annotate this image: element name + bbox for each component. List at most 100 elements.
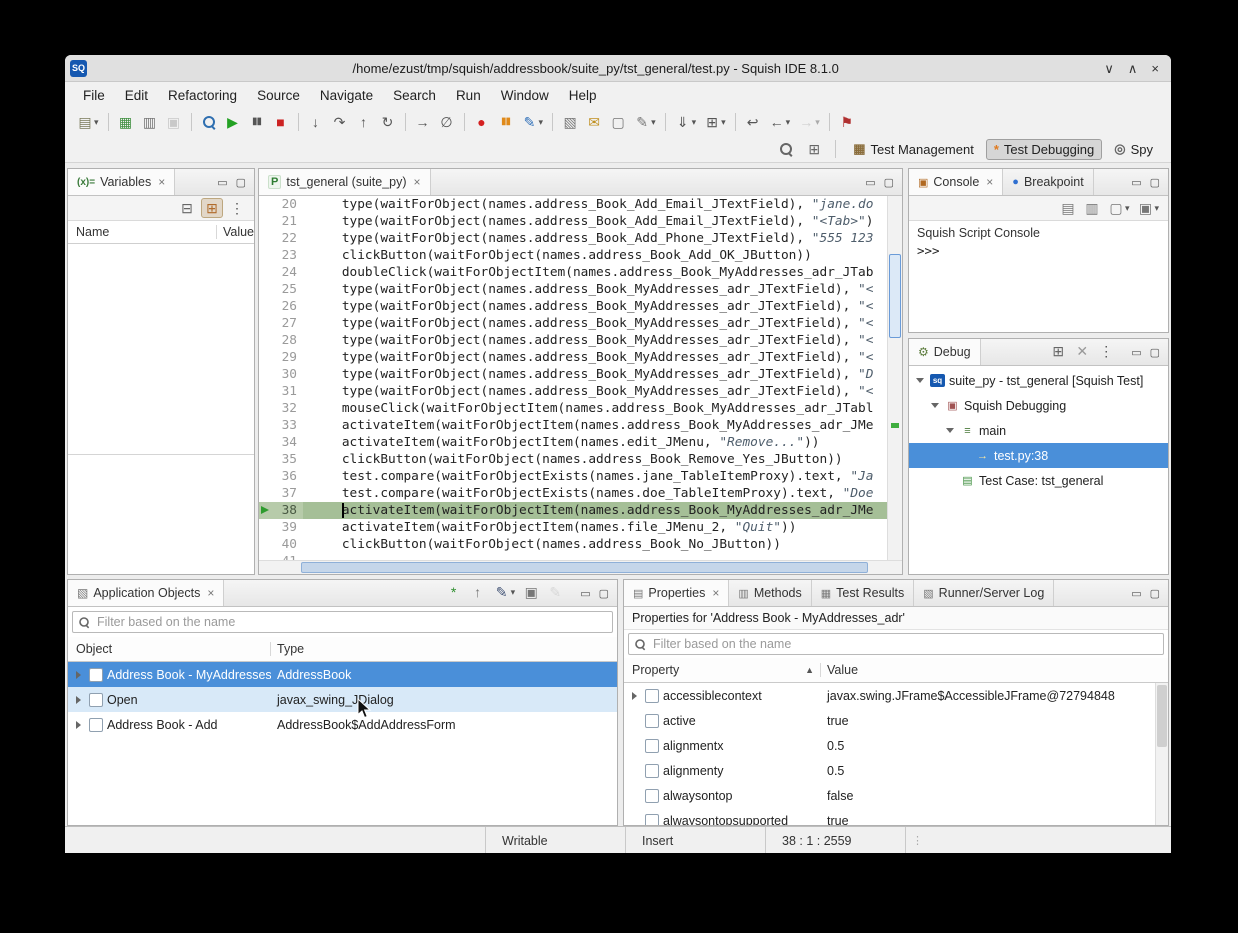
property-row-active[interactable]: activetrue bbox=[624, 708, 1168, 733]
code-line-31[interactable]: 31 type(waitForObject(names.address_Book… bbox=[259, 383, 888, 400]
open-type-button[interactable]: ⊞▾ bbox=[701, 112, 729, 132]
debug-node-suite-py-tst-general-squish-test[interactable]: sqsuite_py - tst_general [Squish Test] bbox=[909, 368, 1168, 393]
minimize-icon[interactable]: ▭ bbox=[1131, 346, 1141, 359]
view-menu-button[interactable]: ⋮ bbox=[1096, 342, 1116, 360]
remove-terminated-button[interactable]: ✕ bbox=[1072, 342, 1092, 360]
code-line-34[interactable]: 34 activateItem(waitForObjectItem(names.… bbox=[259, 434, 888, 451]
column-name[interactable]: Name bbox=[68, 225, 217, 239]
property-checkbox[interactable] bbox=[645, 739, 659, 753]
email-report-button[interactable]: ✉ bbox=[583, 112, 605, 132]
skip-breakpoints-button[interactable]: ∅ bbox=[436, 112, 458, 132]
run-button[interactable]: ▶ bbox=[222, 112, 244, 132]
code-line-28[interactable]: 28 type(waitForObject(names.address_Book… bbox=[259, 332, 888, 349]
debug-node-test-py-38[interactable]: →test.py:38 bbox=[909, 443, 1168, 468]
object-map-button[interactable]: ▧ bbox=[559, 112, 581, 132]
code-line-36[interactable]: 36 test.compare(waitForObjectExists(name… bbox=[259, 468, 888, 485]
property-row-alwaysontop[interactable]: alwaysontopfalse bbox=[624, 783, 1168, 808]
perspective-spy[interactable]: ◎Spy bbox=[1106, 138, 1161, 160]
code-editor[interactable]: 20 type(waitForObject(names.address_Book… bbox=[259, 196, 902, 562]
editor-horizontal-scrollbar[interactable] bbox=[259, 560, 902, 574]
minimize-button[interactable]: ∨ bbox=[1104, 62, 1114, 75]
properties-filter-input[interactable] bbox=[628, 633, 1164, 655]
code-line-33[interactable]: 33 activateItem(waitForObjectItem(names.… bbox=[259, 417, 888, 434]
column-property[interactable]: Property ▲ bbox=[624, 663, 821, 677]
column-value[interactable]: Value bbox=[217, 225, 254, 239]
column-object[interactable]: Object bbox=[68, 642, 271, 656]
clear-console-button[interactable]: ▤ bbox=[1058, 199, 1078, 217]
code-line-21[interactable]: 21 type(waitForObject(names.address_Book… bbox=[259, 213, 888, 230]
code-line-32[interactable]: 32 mouseClick(waitForObjectItem(names.ad… bbox=[259, 400, 888, 417]
tab-console[interactable]: ▣Console× bbox=[909, 169, 1003, 195]
pin-editor-button[interactable]: ⚑ bbox=[836, 112, 858, 132]
debug-node-main[interactable]: ≡main bbox=[909, 418, 1168, 443]
tab-methods[interactable]: ▥Methods bbox=[729, 580, 811, 606]
tab-runner-server-log[interactable]: ▧Runner/Server Log bbox=[914, 580, 1054, 606]
property-row-alignmentx[interactable]: alignmentx0.5 bbox=[624, 733, 1168, 758]
debug-node-squish-debugging[interactable]: ▣Squish Debugging bbox=[909, 393, 1168, 418]
debug-node-test-case-tst-general[interactable]: ▤Test Case: tst_general bbox=[909, 468, 1168, 493]
open-console-button[interactable]: ▣▾ bbox=[1135, 199, 1161, 217]
pick-object-button[interactable]: ✎▾ bbox=[492, 583, 518, 601]
property-checkbox[interactable] bbox=[645, 714, 659, 728]
menu-refactoring[interactable]: Refactoring bbox=[158, 85, 247, 106]
title-bar[interactable]: SQ /home/ezust/tmp/squish/addressbook/su… bbox=[65, 55, 1171, 82]
property-checkbox[interactable] bbox=[645, 689, 659, 703]
tab-debug[interactable]: ⚙ Debug bbox=[909, 339, 981, 365]
perspective-test-management[interactable]: ▦Test Management bbox=[845, 138, 982, 160]
maximize-icon[interactable]: ▢ bbox=[1150, 346, 1160, 359]
detail-pane-divider[interactable] bbox=[68, 454, 254, 455]
variables-table[interactable] bbox=[68, 244, 254, 575]
menu-source[interactable]: Source bbox=[247, 85, 310, 106]
menu-run[interactable]: Run bbox=[446, 85, 491, 106]
property-row-accessiblecontext[interactable]: accessiblecontextjavax.swing.JFrame$Acce… bbox=[624, 683, 1168, 708]
property-checkbox[interactable] bbox=[645, 789, 659, 803]
code-line-29[interactable]: 29 type(waitForObject(names.address_Book… bbox=[259, 349, 888, 366]
step-return-button[interactable]: ↑ bbox=[353, 112, 375, 132]
close-tab-icon[interactable]: × bbox=[207, 586, 214, 600]
code-line-35[interactable]: 35 clickButton(waitForObject(names.addre… bbox=[259, 451, 888, 468]
menu-edit[interactable]: Edit bbox=[115, 85, 158, 106]
close-tab-icon[interactable]: × bbox=[414, 175, 421, 189]
stop-button[interactable]: ■ bbox=[270, 112, 292, 132]
close-tab-icon[interactable]: × bbox=[158, 175, 165, 189]
copy-button[interactable]: ▥ bbox=[139, 112, 161, 132]
minimize-icon[interactable]: ▭ bbox=[217, 176, 227, 189]
close-tab-icon[interactable]: × bbox=[986, 175, 993, 189]
tab-application-objects[interactable]: ▧ Application Objects × bbox=[68, 580, 224, 606]
step-into-button[interactable]: ↓ bbox=[305, 112, 327, 132]
code-line-25[interactable]: 25 type(waitForObject(names.address_Book… bbox=[259, 281, 888, 298]
new-window-button[interactable]: ▢ bbox=[607, 112, 629, 132]
code-line-39[interactable]: 39 activateItem(waitForObjectItem(names.… bbox=[259, 519, 888, 536]
perspective-test-debugging[interactable]: *Test Debugging bbox=[986, 139, 1102, 160]
verification-point-button[interactable]: ✎▾ bbox=[519, 112, 547, 132]
maximize-icon[interactable]: ▢ bbox=[884, 176, 894, 189]
maximize-icon[interactable]: ▢ bbox=[236, 176, 246, 189]
run-to-line-button[interactable]: → bbox=[412, 112, 434, 132]
view-menu-button[interactable]: ⋮ bbox=[227, 199, 247, 217]
console-prompt[interactable]: >>> bbox=[909, 241, 1168, 260]
record-test-case-button[interactable]: ▦ bbox=[115, 112, 137, 132]
new-button[interactable]: ▤▾ bbox=[74, 112, 102, 132]
record-button[interactable]: ● bbox=[471, 112, 493, 132]
display-console-button[interactable]: ▢▾ bbox=[1106, 199, 1132, 217]
scroll-lock-button[interactable]: ▥ bbox=[1082, 199, 1102, 217]
object-checkbox[interactable] bbox=[89, 693, 103, 707]
minimize-icon[interactable]: ▭ bbox=[1131, 176, 1141, 189]
menu-help[interactable]: Help bbox=[559, 85, 607, 106]
properties-scroll-thumb[interactable] bbox=[1157, 685, 1167, 747]
menu-navigate[interactable]: Navigate bbox=[310, 85, 383, 106]
code-area[interactable]: 20 type(waitForObject(names.address_Book… bbox=[259, 196, 888, 562]
properties-scrollbar[interactable] bbox=[1155, 683, 1168, 826]
code-line-20[interactable]: 20 type(waitForObject(names.address_Book… bbox=[259, 196, 888, 213]
show-logical-structure-button[interactable]: ⊞ bbox=[201, 198, 223, 218]
code-line-23[interactable]: 23 clickButton(waitForObject(names.addre… bbox=[259, 247, 888, 264]
code-line-40[interactable]: 40 clickButton(waitForObject(names.addre… bbox=[259, 536, 888, 553]
refresh-objects-button[interactable]: * bbox=[444, 583, 464, 601]
collapse-all-button[interactable]: ⊟ bbox=[177, 199, 197, 217]
expander-icon[interactable] bbox=[628, 689, 641, 702]
expander-icon[interactable] bbox=[943, 424, 956, 437]
connect-button[interactable]: ⊞ bbox=[1048, 342, 1068, 360]
column-value[interactable]: Value bbox=[821, 663, 1168, 677]
expander-icon[interactable] bbox=[72, 668, 85, 681]
back-button[interactable]: ←▾ bbox=[766, 112, 794, 132]
